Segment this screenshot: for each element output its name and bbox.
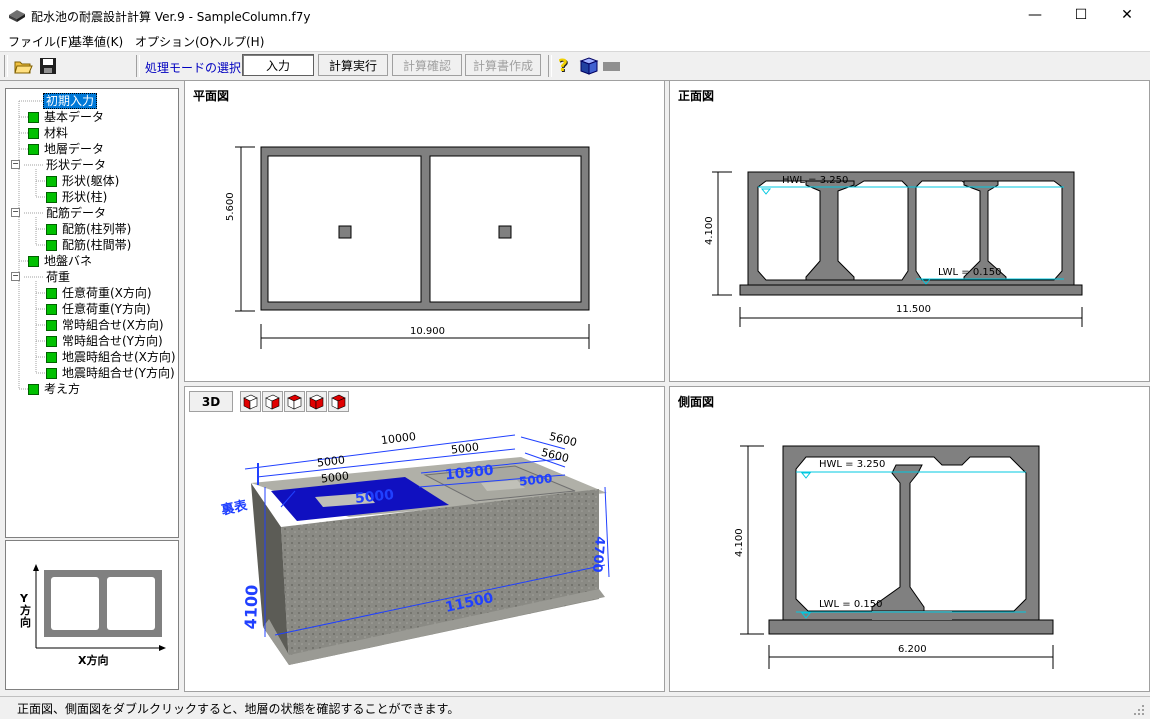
input-tree-view: 初期入力 基本データ 材料 地層データ − 形状データ 形状(躯体) 形状(柱)… [5, 88, 179, 538]
save-disk-icon[interactable] [38, 56, 58, 76]
status-square-icon [46, 192, 57, 203]
status-square-icon [46, 176, 57, 187]
tree-item-material[interactable]: 材料 [28, 125, 68, 141]
status-square-icon [28, 128, 39, 139]
status-square-icon [46, 352, 57, 363]
mode-select-label: 処理モードの選択 [145, 61, 242, 75]
side-view-panel[interactable]: 側面図 HWL = 3.250 LWL = 0.150 4.100 6.200 [669, 386, 1150, 692]
resize-grip-icon[interactable] [1132, 703, 1146, 717]
menu-help[interactable]: ヘルプ(H) [210, 33, 264, 50]
tree-item-ground-spring[interactable]: 地盤バネ [28, 253, 92, 269]
status-square-icon [46, 288, 57, 299]
create-report-button[interactable]: 計算書作成 [465, 54, 541, 76]
tree-item-rebar-column-strip[interactable]: 配筋(柱列帯) [46, 221, 131, 237]
toolbar-grip [4, 55, 8, 77]
thumb-y-label: Y方向 [20, 592, 31, 629]
manual-book-icon[interactable] [579, 57, 599, 75]
svg-text:?: ? [558, 56, 568, 76]
status-square-icon [46, 240, 57, 251]
tree-item-shape-data[interactable]: 形状データ [46, 157, 106, 173]
front-height-dim: 4.100 [704, 216, 715, 245]
front-hwl-label: HWL = 3.250 [782, 175, 849, 186]
tree-item-arbitrary-load-y[interactable]: 任意荷重(Y方向) [46, 301, 151, 317]
menu-standard[interactable]: 基準値(K) [70, 33, 123, 50]
tree-item-normal-combo-y[interactable]: 常時組合せ(Y方向) [46, 333, 163, 349]
tree-item-seismic-combo-y[interactable]: 地震時組合せ(Y方向) [46, 365, 175, 381]
status-square-icon [28, 112, 39, 123]
menu-options[interactable]: オプション(O) [135, 33, 214, 50]
help-question-icon[interactable]: ? ? [556, 56, 574, 76]
3d-view-panel[interactable]: 3D 10000 5000 5000 5600 5600 5000 10900 … [184, 386, 665, 692]
minimize-button[interactable]: — [1012, 0, 1058, 31]
menu-bar: ファイル(F) 基準値(K) オプション(O) ヘルプ(H) [0, 31, 1150, 51]
toolbar: 処理モードの選択 入力 計算実行 計算確認 計算書作成 ? ? [0, 51, 1150, 81]
side-hwl-label: HWL = 3.250 [819, 459, 886, 470]
tree-item-approach[interactable]: 考え方 [28, 381, 80, 397]
status-square-icon [46, 320, 57, 331]
status-message: 正面図、側面図をダブルクリックすると、地層の状態を確認することができます。 [17, 702, 460, 716]
side-lwl-label: LWL = 0.150 [819, 599, 883, 610]
tree-item-initial-input[interactable]: 初期入力 [43, 93, 98, 109]
tree-item-rebar-middle-strip[interactable]: 配筋(柱間帯) [46, 237, 131, 253]
window-title: 配水池の耐震設計計算 Ver.9 - SampleColumn.f7y [31, 10, 311, 24]
tree-item-seismic-combo-x[interactable]: 地震時組合せ(X方向) [46, 349, 176, 365]
toolbar-separator [548, 55, 552, 77]
side-width-dim: 6.200 [898, 644, 927, 655]
run-calculation-button[interactable]: 計算実行 [318, 54, 388, 76]
tree-item-load[interactable]: 荷重 [46, 269, 70, 285]
plan-thumbnail: Y方向 X方向 [5, 540, 179, 690]
tree-item-arbitrary-load-x[interactable]: 任意荷重(X方向) [46, 285, 152, 301]
status-bar: 正面図、側面図をダブルクリックすると、地層の状態を確認することができます。 [0, 696, 1150, 719]
status-square-icon [46, 368, 57, 379]
3d-dim-height: 4700 [588, 535, 607, 574]
tree-item-normal-combo-x[interactable]: 常時組合せ(X方向) [46, 317, 164, 333]
plan-view-panel[interactable]: 平面図 5.600 10.900 [184, 80, 665, 382]
open-folder-icon[interactable] [13, 56, 33, 76]
input-mode-button[interactable]: 入力 [242, 54, 314, 76]
side-height-dim: 4.100 [734, 528, 745, 557]
tree-item-shape-column[interactable]: 形状(柱) [46, 189, 107, 205]
confirm-calculation-button[interactable]: 計算確認 [392, 54, 462, 76]
tree-collapse-icon[interactable]: − [11, 160, 20, 169]
status-square-icon [46, 304, 57, 315]
tree-item-shape-body[interactable]: 形状(躯体) [46, 173, 119, 189]
tree-collapse-icon[interactable]: − [11, 272, 20, 281]
app-icon [9, 10, 25, 22]
tree-collapse-icon[interactable]: − [11, 208, 20, 217]
tree-item-strata-data[interactable]: 地層データ [28, 141, 104, 157]
thumb-x-label: X方向 [78, 654, 109, 667]
toolbar-separator [136, 55, 140, 77]
close-button[interactable]: ✕ [1104, 0, 1150, 31]
front-lwl-label: LWL = 0.150 [938, 267, 1002, 278]
menu-file[interactable]: ファイル(F) [8, 33, 72, 50]
3d-dim-height-left: 4100 [241, 584, 262, 630]
tree-item-basic-data[interactable]: 基本データ [28, 109, 104, 125]
front-view-panel[interactable]: 正面図 HWL = 3.250 LWL = 0.150 4.100 11.500 [669, 80, 1150, 382]
status-square-icon [28, 144, 39, 155]
status-square-icon [28, 256, 39, 267]
plan-width-dim: 10.900 [410, 326, 445, 337]
title-bar: 配水池の耐震設計計算 Ver.9 - SampleColumn.f7y — ☐ … [0, 0, 1150, 31]
plan-height-dim: 5.600 [225, 192, 236, 221]
status-square-icon [46, 224, 57, 235]
status-square-icon [28, 384, 39, 395]
front-width-dim: 11.500 [896, 304, 931, 315]
maximize-button[interactable]: ☐ [1058, 0, 1104, 31]
disabled-tool-icon[interactable] [603, 62, 620, 71]
status-square-icon [46, 336, 57, 347]
tree-item-rebar-data[interactable]: 配筋データ [46, 205, 106, 221]
front-view-drawing [712, 171, 1083, 327]
